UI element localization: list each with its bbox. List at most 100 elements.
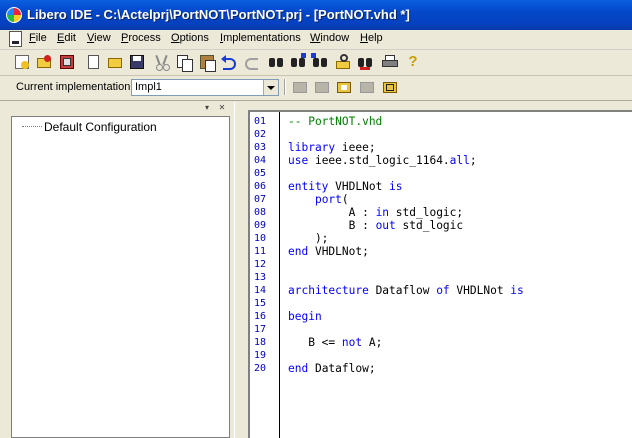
menu-view[interactable]: View: [87, 32, 111, 44]
open-file-icon[interactable]: [106, 53, 124, 71]
line-number-gutter: 01 02 03 04 05 06 07 08 09 10 11 12 13 14 15 16 17 18 19 20: [250, 112, 280, 438]
new-project-icon[interactable]: [13, 53, 31, 71]
code-text: std_logic;: [389, 206, 464, 219]
main-toolbar: ?: [0, 50, 632, 76]
undo-icon[interactable]: [220, 53, 238, 71]
code-text: (: [341, 193, 349, 206]
line-number: 08: [254, 207, 267, 218]
line-number: 05: [254, 168, 267, 179]
code-line[interactable]: end Dataflow;: [288, 362, 376, 375]
implementation-delete-icon[interactable]: [358, 79, 376, 96]
code-keyword: is: [510, 284, 524, 297]
menu-file[interactable]: File: [29, 32, 47, 44]
hierarchy-tree[interactable]: Default Configuration: [11, 116, 230, 438]
chevron-down-icon[interactable]: [263, 80, 278, 95]
line-number: 12: [254, 259, 267, 270]
code-keyword: architecture: [288, 284, 369, 297]
code-line[interactable]: );: [288, 232, 328, 245]
code-text: VHDLNot: [328, 180, 390, 193]
save-icon[interactable]: [128, 53, 146, 71]
redo-icon[interactable]: [242, 53, 260, 71]
menu-window-label: indow: [320, 32, 350, 44]
menu-process-label: rocess: [128, 32, 161, 44]
line-number: 18: [254, 337, 267, 348]
line-number: 04: [254, 155, 267, 166]
tree-node-default-configuration[interactable]: Default Configuration: [44, 120, 157, 134]
menu-help-mnemonic: H: [360, 32, 368, 44]
implementation-new-icon[interactable]: [291, 79, 309, 96]
code-keyword: entity: [288, 180, 329, 193]
code-keyword: all: [449, 154, 470, 167]
code-text: B <=: [288, 336, 342, 349]
code-line[interactable]: use ieee.std_logic_1164.all;: [288, 154, 477, 167]
code-text: B :: [288, 219, 376, 232]
implementation-select[interactable]: Impl1: [131, 79, 279, 96]
code-line[interactable]: library ieee;: [288, 141, 376, 154]
code-line[interactable]: end VHDLNot;: [288, 245, 369, 258]
cut-icon[interactable]: [153, 53, 171, 71]
code-text: Dataflow;: [308, 362, 376, 375]
menu-help[interactable]: Help: [360, 32, 383, 44]
code-text: VHDLNot;: [308, 245, 369, 258]
open-project-icon[interactable]: [35, 53, 53, 71]
code-text: Dataflow: [368, 284, 437, 297]
code-line[interactable]: architecture Dataflow of VHDLNot is: [288, 284, 524, 297]
copy-icon[interactable]: [175, 53, 193, 72]
code-line[interactable]: B : out std_logic: [288, 219, 464, 232]
menu-window-mnemonic: W: [310, 32, 321, 44]
line-number: 03: [254, 142, 267, 153]
code-keyword: not: [341, 336, 363, 349]
line-number: 14: [254, 285, 267, 296]
line-number: 16: [254, 311, 267, 322]
code-keyword: of: [436, 284, 450, 297]
libero-app-icon[interactable]: [6, 7, 22, 23]
menu-implementations-label: mplementations: [223, 32, 301, 44]
replace-icon[interactable]: [311, 53, 329, 71]
document-icon[interactable]: [9, 31, 22, 47]
implementation-properties-icon[interactable]: [381, 79, 399, 96]
implementation-copy-icon[interactable]: [313, 79, 331, 96]
code-keyword: end: [288, 245, 309, 258]
code-text: ieee;: [335, 141, 376, 154]
line-number: 11: [254, 246, 267, 257]
code-keyword: use: [288, 154, 309, 167]
find-icon[interactable]: [267, 53, 285, 71]
find-in-files-icon[interactable]: [334, 53, 352, 71]
menu-window[interactable]: Window: [310, 32, 349, 44]
menu-implementations[interactable]: Implementations: [220, 32, 301, 44]
find-next-icon[interactable]: [289, 53, 307, 71]
code-text: );: [288, 232, 329, 245]
help-icon[interactable]: ?: [404, 53, 422, 71]
menu-process[interactable]: Process: [121, 32, 161, 44]
line-number: 09: [254, 220, 267, 231]
project-settings-icon[interactable]: [58, 53, 76, 71]
code-line[interactable]: B <= not A;: [288, 336, 382, 349]
menu-options[interactable]: Options: [171, 32, 209, 44]
code-line[interactable]: -- PortNOT.vhd: [288, 115, 382, 128]
goto-icon[interactable]: [356, 53, 374, 71]
code-keyword: port: [314, 193, 342, 206]
code-line[interactable]: A : in std_logic;: [288, 206, 464, 219]
panel-close-icon[interactable]: ✕: [217, 103, 227, 113]
code-keyword: end: [288, 362, 309, 375]
paste-icon[interactable]: [198, 53, 216, 72]
code-line[interactable]: entity VHDLNot is: [288, 180, 403, 193]
title-bar: Libero IDE - C:\Actelprj\PortNOT\PortNOT…: [0, 0, 632, 30]
menu-edit[interactable]: Edit: [57, 32, 76, 44]
implementation-open-icon[interactable]: [335, 79, 353, 96]
print-icon[interactable]: [381, 53, 399, 71]
code-editor[interactable]: 01 02 03 04 05 06 07 08 09 10 11 12 13 14 15 16 17 18 19 20…: [248, 110, 632, 438]
tree-connector: [22, 126, 42, 127]
line-number: 06: [254, 181, 267, 192]
code-line[interactable]: begin: [288, 310, 322, 323]
line-number: 20: [254, 363, 267, 374]
code-line[interactable]: port(: [288, 193, 349, 206]
code-keyword: is: [389, 180, 403, 193]
line-number: 13: [254, 272, 267, 283]
new-file-icon[interactable]: [84, 53, 102, 71]
code-text: std_logic: [395, 219, 464, 232]
code-text: A;: [362, 336, 383, 349]
panel-menu-icon[interactable]: ▾: [202, 103, 212, 113]
panel-splitter[interactable]: [234, 102, 248, 438]
